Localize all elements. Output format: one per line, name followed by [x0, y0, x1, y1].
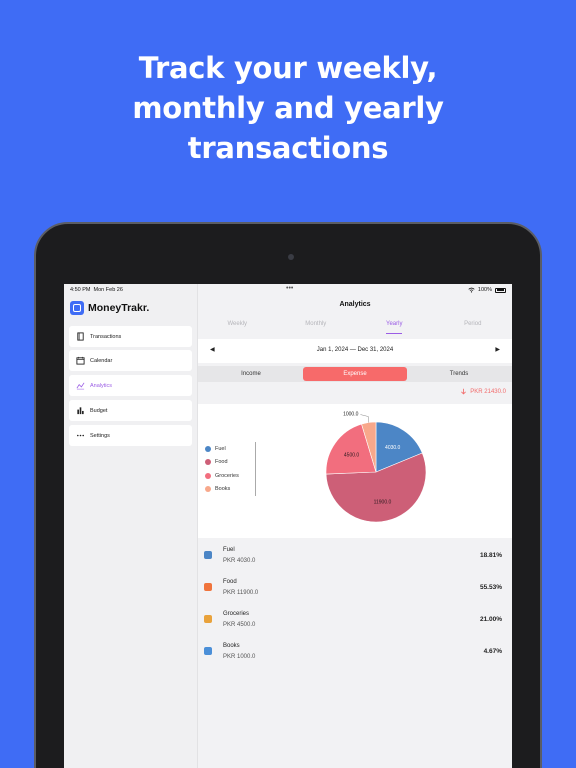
sidebar-item-settings[interactable]: Settings [69, 425, 192, 446]
brand-logo-icon [70, 301, 84, 315]
headline: Track your weekly, monthly and yearly tr… [0, 48, 576, 168]
sidebar-item-analytics[interactable]: Analytics [69, 375, 192, 396]
date-range-label: Jan 1, 2024 — Dec 31, 2024 [316, 347, 394, 353]
tab-monthly[interactable]: Monthly [277, 315, 356, 337]
category-percent: 21.00% [479, 616, 502, 623]
status-right: 100% [468, 287, 506, 293]
category-name: Books [223, 643, 240, 649]
total-expense-value: PKR 21430.0 [470, 388, 506, 395]
pie-label: 4500.0 [344, 453, 360, 459]
chart-card: Fuel Food Groceries Books 4030.0 11900.0 4500… [198, 404, 512, 538]
segment-income[interactable]: Income [199, 367, 303, 381]
more-icon [76, 434, 85, 437]
category-row-books[interactable]: Books PKR 1000.0 4.67% [198, 638, 512, 670]
tablet-device: MoneyTrakr. Transactions Calendar Analyt… [34, 222, 542, 768]
category-amount: PKR 11900.0 [223, 590, 259, 596]
category-percent: 55.53% [479, 584, 502, 591]
groceries-icon [204, 615, 212, 623]
sidebar: MoneyTrakr. Transactions Calendar Analyt… [64, 284, 198, 768]
category-percent: 18.81% [479, 552, 502, 559]
headline-line-2: monthly and yearly [132, 91, 444, 125]
sidebar-item-label: Budget [90, 407, 108, 414]
brand-name: MoneyTrakr. [88, 302, 150, 314]
battery-icon [495, 287, 506, 293]
sidebar-item-label: Calendar [90, 357, 113, 364]
pie-chart: 4030.0 11900.0 4500.0 1000.0 [326, 412, 427, 523]
status-date-text: Mon Feb 26 [93, 287, 123, 293]
tab-period[interactable]: Period [434, 315, 513, 337]
legend-item: Books [205, 483, 239, 497]
category-amount: PKR 4030.0 [223, 558, 256, 564]
books-icon [204, 647, 212, 655]
main-panel: Analytics Weekly Monthly Yearly Period ◀… [198, 284, 512, 768]
legend-swatch [205, 445, 211, 452]
legend-label: Books [215, 486, 231, 493]
legend-item: Food [205, 456, 239, 470]
total-expense: PKR 21430.0 [460, 388, 506, 395]
calendar-icon [76, 356, 85, 365]
legend-item: Fuel [205, 442, 239, 456]
category-row-groceries[interactable]: Groceries PKR 4500.0 21.00% [198, 606, 512, 638]
legend-label: Fuel [215, 445, 226, 452]
legend-swatch [205, 459, 211, 466]
sidebar-item-label: Transactions [90, 333, 122, 340]
category-percent: 4.67% [483, 648, 502, 655]
category-amount: PKR 1000.0 [223, 654, 256, 660]
pie-label: 4030.0 [385, 445, 401, 451]
legend-item: Groceries [205, 469, 239, 483]
legend-label: Food [215, 459, 228, 466]
category-amount: PKR 4500.0 [223, 622, 256, 628]
chart-legend: Fuel Food Groceries Books [205, 442, 256, 496]
pie-label: 1000.0 [343, 412, 359, 418]
tab-weekly[interactable]: Weekly [198, 315, 277, 337]
battery-percent: 100% [477, 287, 492, 293]
category-row-fuel[interactable]: Fuel PKR 4030.0 18.81% [198, 542, 512, 574]
legend-label: Groceries [215, 472, 239, 479]
legend-swatch [205, 486, 211, 493]
wifi-icon [468, 287, 475, 293]
book-icon [77, 332, 84, 341]
category-name: Food [223, 579, 237, 585]
status-time-text: 4:50 PM [70, 287, 91, 293]
date-range-row: ◀ Jan 1, 2024 — Dec 31, 2024 ▶ [198, 339, 512, 363]
sidebar-item-calendar[interactable]: Calendar [69, 350, 192, 371]
fuel-icon [204, 551, 212, 559]
camera-dot [288, 254, 294, 260]
category-name: Groceries [223, 611, 250, 617]
multitasking-dots[interactable]: ••• [286, 285, 293, 292]
bar-chart-icon [77, 407, 84, 415]
legend-swatch [205, 472, 211, 479]
chart-icon [76, 382, 85, 390]
sidebar-item-budget[interactable]: Budget [69, 400, 192, 421]
pie-label: 11900.0 [374, 499, 392, 505]
page-title: Analytics [339, 301, 371, 308]
pie-label-leader [360, 414, 369, 423]
segment-expense[interactable]: Expense [303, 367, 407, 381]
status-bar: 4:50 PM Mon Feb 26 ••• 100% [64, 284, 512, 296]
category-name: Fuel [223, 547, 235, 553]
tab-yearly[interactable]: Yearly [355, 315, 434, 337]
status-time: 4:50 PM Mon Feb 26 [70, 287, 123, 293]
category-list: Fuel PKR 4030.0 18.81% Food PKR 11900.0 55.53… [198, 542, 512, 670]
sidebar-item-transactions[interactable]: Transactions [69, 326, 192, 347]
type-segmented-control: Income Expense Trends [198, 366, 512, 382]
food-icon [204, 583, 212, 591]
app-screen: MoneyTrakr. Transactions Calendar Analyt… [64, 284, 512, 768]
period-tabs: Weekly Monthly Yearly Period [198, 315, 512, 337]
headline-line-3: transactions [187, 131, 389, 165]
arrow-down-icon [461, 388, 467, 395]
brand: MoneyTrakr. [70, 301, 149, 315]
category-row-food[interactable]: Food PKR 11900.0 55.53% [198, 574, 512, 606]
sidebar-item-label: Analytics [90, 382, 113, 389]
sidebar-item-label: Settings [90, 432, 110, 439]
headline-line-1: Track your weekly, [138, 51, 438, 85]
segment-trends[interactable]: Trends [407, 367, 511, 381]
next-arrow-icon[interactable]: ▶ [495, 346, 500, 353]
